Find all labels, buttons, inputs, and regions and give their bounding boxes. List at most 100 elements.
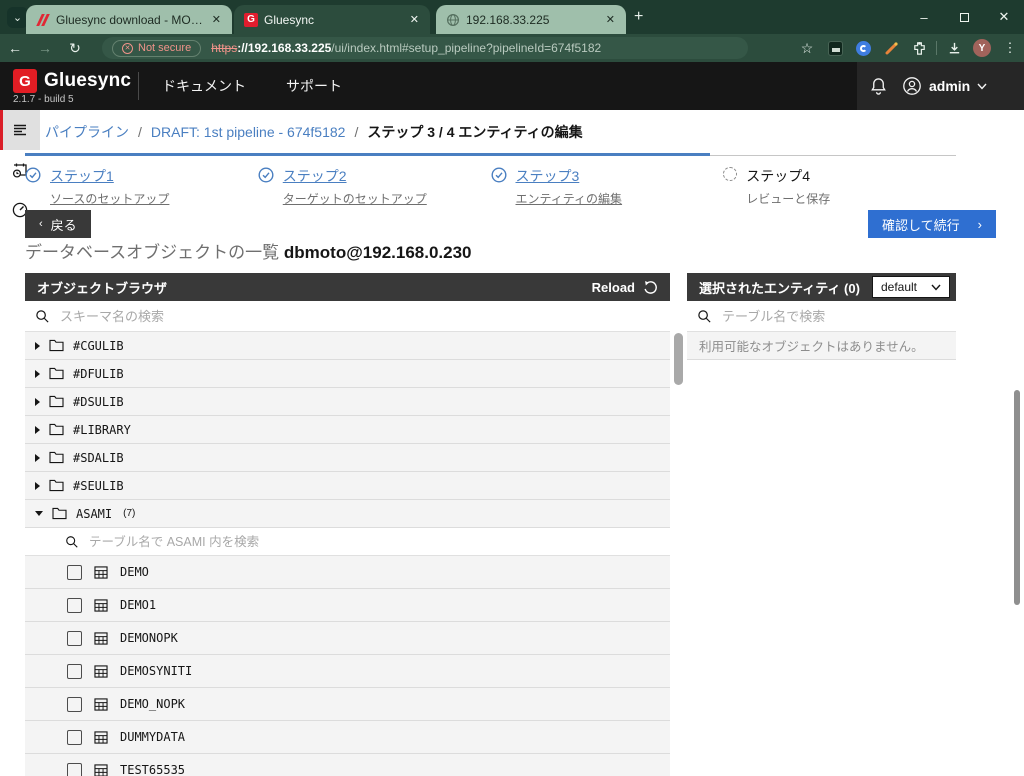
caret-right-icon[interactable] [35, 482, 40, 490]
table-row-demo[interactable]: DEMO [25, 556, 670, 589]
step-title[interactable]: ステップ3 [516, 166, 623, 186]
empty-state-message: 利用可能なオブジェクトはありません。 [687, 332, 956, 360]
window-maximize-button[interactable] [944, 10, 984, 25]
chevron-left-icon: ‹ [39, 218, 43, 230]
browser-tab-molo17[interactable]: Gluesync download - MOLO17 ✕ [26, 5, 232, 34]
brand-name: Gluesync [44, 70, 131, 92]
table-search-input[interactable] [89, 535, 670, 549]
row-checkbox[interactable] [67, 631, 82, 646]
download-icon[interactable] [940, 41, 968, 56]
not-secure-icon: ✕ [122, 43, 133, 54]
bookmark-star-icon[interactable]: ☆ [793, 40, 821, 57]
caret-right-icon[interactable] [35, 426, 40, 434]
row-checkbox[interactable] [67, 730, 82, 745]
user-icon [902, 76, 922, 96]
step-subtitle[interactable]: エンティティの編集 [516, 190, 623, 207]
schema-row-seulib[interactable]: #SEULIB [25, 472, 670, 500]
browser-toolbar: ← → ↻ ✕ Not secure https://192.168.33.22… [0, 34, 1024, 62]
table-row-demo1[interactable]: DEMO1 [25, 589, 670, 622]
breadcrumb: パイプライン / DRAFT: 1st pipeline - 674f5182 … [45, 122, 583, 142]
caret-right-icon[interactable] [35, 398, 40, 406]
address-bar[interactable]: ✕ Not secure https://192.168.33.225/ui/i… [102, 37, 748, 59]
schema-row-asami-expanded[interactable]: ASAMI (7) [25, 500, 670, 528]
caret-right-icon[interactable] [35, 454, 40, 462]
schema-row-library[interactable]: #LIBRARY [25, 416, 670, 444]
step-1[interactable]: ステップ1 ソースのセットアップ [25, 166, 258, 207]
table-row-dummydata[interactable]: DUMMYDATA [25, 721, 670, 754]
breadcrumb-pipeline-link[interactable]: DRAFT: 1st pipeline - 674f5182 [151, 124, 346, 140]
nav-support[interactable]: サポート [286, 76, 342, 96]
tab-close-icon[interactable]: ✕ [407, 13, 422, 26]
breadcrumb-pipelines-link[interactable]: パイプライン [45, 122, 129, 142]
confirm-continue-button[interactable]: 確認して続行 › [868, 210, 996, 238]
new-tab-button[interactable]: + [634, 9, 643, 25]
table-search-row [25, 528, 670, 556]
row-checkbox[interactable] [67, 664, 82, 679]
schema-search-input[interactable] [60, 309, 660, 324]
table-row-test65535[interactable]: TEST65535 [25, 754, 670, 776]
gluesync-logo: G [13, 69, 37, 93]
caret-down-icon[interactable] [35, 511, 43, 516]
breadcrumb-current: ステップ 3 / 4 エンティティの編集 [367, 122, 582, 142]
selected-search-input[interactable] [722, 309, 946, 324]
browser-tab-ip[interactable]: 192.168.33.225 ✕ [436, 5, 626, 34]
notifications-bell-icon[interactable] [869, 77, 888, 96]
selected-search-row [687, 301, 956, 332]
object-browser-title: オブジェクトブラウザ [37, 278, 167, 297]
search-icon [35, 309, 50, 324]
pencil-extension-icon[interactable] [877, 41, 905, 56]
step-3[interactable]: ステップ3 エンティティの編集 [491, 166, 724, 207]
step-subtitle[interactable]: ソースのセットアップ [50, 190, 169, 207]
step-subtitle[interactable]: ターゲットのセットアップ [283, 190, 427, 207]
page-scrollbar-thumb[interactable] [1014, 390, 1020, 605]
tab-close-icon[interactable]: ✕ [603, 13, 618, 26]
forward-icon[interactable]: → [30, 40, 60, 56]
caret-right-icon[interactable] [35, 370, 40, 378]
browser-menu-icon[interactable]: ⋮ [996, 40, 1024, 56]
schema-tree: #CGULIB #DFULIB #DSULIB [25, 332, 670, 776]
main-area: パイプライン / DRAFT: 1st pipeline - 674f5182 … [0, 110, 1024, 776]
panel-scrollbar-thumb[interactable] [674, 333, 683, 385]
step-complete-icon [491, 167, 507, 183]
blue-circle-extension-icon[interactable] [849, 41, 877, 56]
back-button[interactable]: ‹ 戻る [25, 210, 91, 238]
row-checkbox[interactable] [67, 697, 82, 712]
step-pending-icon [723, 167, 737, 181]
reload-button[interactable]: Reload [592, 280, 658, 295]
row-checkbox[interactable] [67, 598, 82, 613]
browser-tab-gluesync[interactable]: G Gluesync ✕ [234, 5, 430, 34]
extension-tile-icon[interactable] [821, 41, 849, 56]
selected-entities-title: 選択されたエンティティ (0) [699, 278, 864, 297]
entity-group-select[interactable]: default [872, 276, 950, 298]
sidebar-item-pipelines[interactable] [0, 110, 40, 150]
schema-row-dsulib[interactable]: #DSULIB [25, 388, 670, 416]
step-title[interactable]: ステップ1 [50, 166, 169, 186]
step-title[interactable]: ステップ2 [283, 166, 427, 186]
caret-right-icon[interactable] [35, 342, 40, 350]
user-menu[interactable]: admin [902, 76, 987, 96]
step-4: ステップ4 レビューと保存 [723, 166, 956, 207]
step-complete-icon [25, 167, 41, 183]
folder-icon [49, 395, 64, 408]
step-2[interactable]: ステップ2 ターゲットのセットアップ [258, 166, 491, 207]
schema-row-sdalib[interactable]: #SDALIB [25, 444, 670, 472]
table-row-demonopk[interactable]: DEMONOPK [25, 622, 670, 655]
chevron-right-icon: › [978, 217, 982, 232]
schema-row-cgulib[interactable]: #CGULIB [25, 332, 670, 360]
extensions-puzzle-icon[interactable] [905, 41, 933, 56]
tab-search-chevron-icon[interactable]: ⌄ [7, 7, 28, 28]
back-icon[interactable]: ← [0, 40, 30, 56]
not-secure-chip[interactable]: ✕ Not secure [112, 40, 201, 57]
reload-icon[interactable]: ↻ [60, 40, 90, 57]
table-row-demosyniti[interactable]: DEMOSYNITI [25, 655, 670, 688]
object-browser-panel: オブジェクトブラウザ Reload [25, 273, 670, 776]
row-checkbox[interactable] [67, 565, 82, 580]
nav-documentation[interactable]: ドキュメント [162, 76, 246, 96]
schema-row-dfulib[interactable]: #DFULIB [25, 360, 670, 388]
window-minimize-button[interactable]: – [904, 10, 944, 25]
window-close-button[interactable]: ✕ [984, 9, 1024, 25]
profile-avatar[interactable]: Y [968, 39, 996, 57]
row-checkbox[interactable] [67, 763, 82, 776]
table-row-demo-nopk[interactable]: DEMO_NOPK [25, 688, 670, 721]
tab-close-icon[interactable]: ✕ [209, 13, 224, 26]
